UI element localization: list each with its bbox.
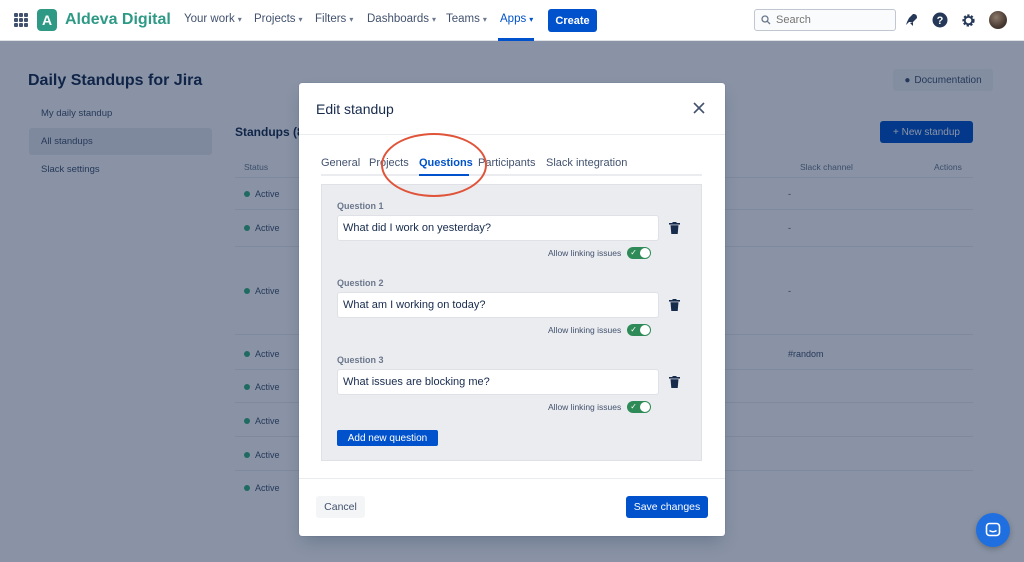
tab-slack-integration[interactable]: Slack integration (546, 157, 627, 169)
tab-general[interactable]: General (321, 157, 360, 169)
tab-participants[interactable]: Participants (478, 157, 535, 169)
search-icon (761, 15, 771, 25)
trash-icon[interactable] (669, 376, 680, 388)
allow-linking-label: Allow linking issues (548, 402, 622, 412)
nav-label: Projects (254, 13, 296, 25)
add-question-button[interactable]: Add new question (337, 430, 438, 446)
check-icon: ✓ (630, 248, 637, 257)
check-icon: ✓ (630, 325, 637, 334)
chevron-down-icon: ▾ (349, 14, 354, 24)
tab-projects[interactable]: Projects (369, 157, 409, 169)
active-nav-indicator (498, 38, 534, 41)
toggle-knob (640, 248, 651, 258)
chevron-down-icon: ▾ (482, 14, 487, 24)
trash-icon[interactable] (669, 222, 680, 234)
chevron-down-icon: ▾ (298, 14, 303, 24)
trash-icon[interactable] (669, 299, 680, 311)
close-icon (693, 102, 705, 114)
question-input-1[interactable] (337, 215, 659, 241)
search-input[interactable] (776, 14, 886, 26)
check-icon: ✓ (630, 402, 637, 411)
logo-icon[interactable]: A (37, 9, 57, 31)
chevron-down-icon: ▾ (237, 14, 242, 24)
chat-launcher[interactable] (976, 513, 1010, 547)
create-button[interactable]: Create (548, 9, 597, 32)
close-button[interactable] (691, 100, 707, 116)
question-input-3[interactable] (337, 369, 659, 395)
nav-teams[interactable]: Teams ▾ (446, 13, 487, 25)
brand-name[interactable]: Aldeva Digital (65, 11, 171, 29)
search-field[interactable] (754, 9, 896, 31)
nav-your-work[interactable]: Your work ▾ (184, 13, 242, 25)
settings-icon[interactable] (960, 12, 976, 28)
nav-label: Your work (184, 13, 235, 25)
toggle-knob (640, 402, 651, 412)
nav-label: Filters (315, 13, 347, 25)
dialog-title: Edit standup (316, 101, 394, 117)
notifications-icon[interactable] (903, 12, 919, 28)
question-label: Question 1 (337, 201, 384, 211)
help-icon[interactable]: ? (932, 12, 948, 28)
tab-bar: General Projects Questions Participants … (321, 157, 702, 176)
top-navigation: A Aldeva Digital Your work ▾ Projects ▾ Fi… (0, 0, 1024, 41)
allow-linking-row: Allow linking issues ✓ (548, 401, 652, 413)
nav-dashboards[interactable]: Dashboards ▾ (367, 13, 436, 25)
allow-linking-row: Allow linking issues ✓ (548, 324, 652, 336)
active-tab-indicator (419, 174, 469, 176)
cancel-button[interactable]: Cancel (316, 496, 365, 518)
nav-projects[interactable]: Projects ▾ (254, 13, 303, 25)
chat-icon (985, 522, 1001, 537)
app-switcher-icon[interactable] (14, 13, 28, 27)
save-changes-button[interactable]: Save changes (626, 496, 708, 518)
allow-linking-row: Allow linking issues ✓ (548, 247, 652, 259)
allow-linking-toggle[interactable]: ✓ (627, 324, 652, 336)
question-label: Question 3 (337, 355, 384, 365)
svg-text:?: ? (937, 15, 944, 27)
nav-label: Dashboards (367, 13, 430, 25)
footer-divider (299, 478, 725, 479)
allow-linking-label: Allow linking issues (548, 248, 622, 258)
header-divider (299, 134, 725, 135)
chevron-down-icon: ▾ (529, 14, 534, 24)
chevron-down-icon: ▾ (432, 14, 437, 24)
avatar[interactable] (989, 11, 1007, 29)
allow-linking-toggle[interactable]: ✓ (627, 247, 652, 259)
allow-linking-label: Allow linking issues (548, 325, 622, 335)
tab-questions[interactable]: Questions (419, 157, 473, 169)
allow-linking-toggle[interactable]: ✓ (627, 401, 652, 413)
question-label: Question 2 (337, 278, 384, 288)
nav-label: Teams (446, 13, 480, 25)
toggle-knob (640, 325, 651, 335)
nav-filters[interactable]: Filters ▾ (315, 13, 353, 25)
questions-panel: Question 1 Allow linking issues ✓ Questi… (321, 184, 702, 461)
edit-standup-dialog: Edit standup General Projects Questions … (299, 83, 725, 536)
nav-label: Apps (500, 13, 527, 25)
question-input-2[interactable] (337, 292, 659, 318)
nav-apps[interactable]: Apps ▾ (500, 13, 533, 25)
